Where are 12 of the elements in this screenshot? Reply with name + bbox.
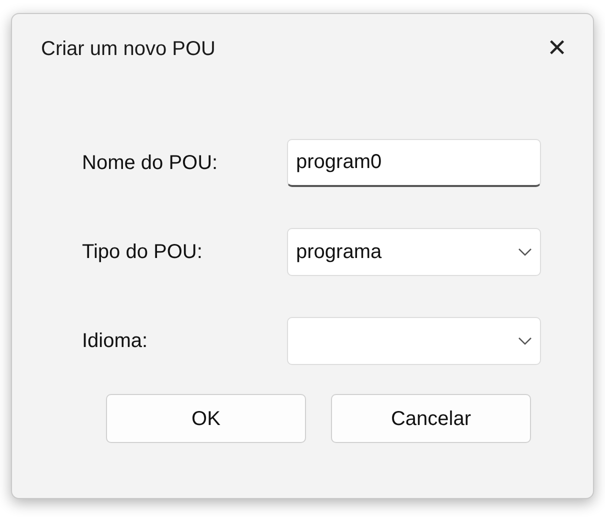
chevron-down-icon <box>518 337 532 345</box>
input-field[interactable]: program0 <box>287 139 541 187</box>
field-label: Tipo do POU: <box>82 240 204 265</box>
dropdown[interactable] <box>287 317 541 365</box>
dialog-button[interactable]: OK <box>106 394 306 443</box>
dropdown[interactable]: programa <box>287 228 541 276</box>
close-button[interactable]: ✕ <box>527 24 587 74</box>
chevron-down-icon <box>518 248 532 256</box>
field-label: Nome do POU: <box>82 151 219 176</box>
window-title: Criar um novo POU <box>41 37 216 62</box>
field-label: Idioma: <box>82 329 149 354</box>
dialog-button[interactable]: Cancelar <box>331 394 531 443</box>
